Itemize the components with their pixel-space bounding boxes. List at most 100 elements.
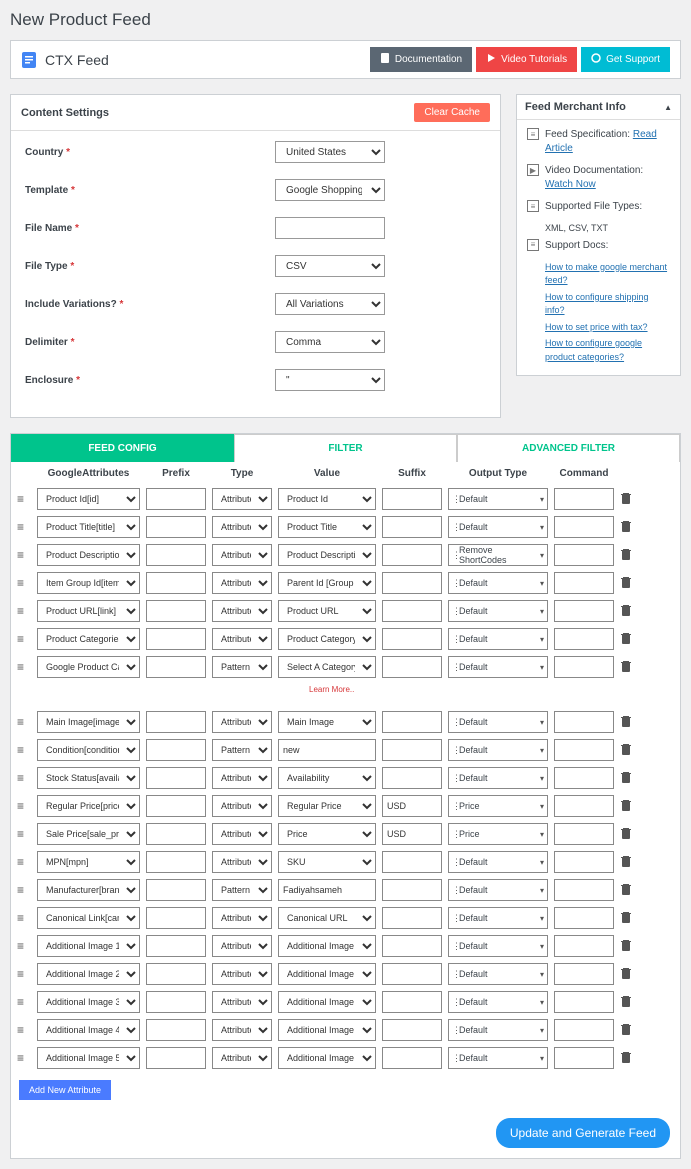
type-select[interactable]: Attribute (212, 851, 272, 873)
type-select[interactable]: Attribute (212, 544, 272, 566)
output-type-select[interactable]: Default (448, 907, 548, 929)
attribute-select[interactable]: Condition[condition] (37, 739, 140, 761)
type-select[interactable]: Attribute (212, 963, 272, 985)
country-select[interactable]: United States (275, 141, 385, 163)
value-select[interactable]: Product Title (278, 516, 376, 538)
output-type-select[interactable]: Default (448, 1019, 548, 1041)
command-input[interactable] (554, 767, 614, 789)
command-input[interactable] (554, 516, 614, 538)
suffix-input[interactable] (382, 656, 442, 678)
command-input[interactable] (554, 851, 614, 873)
delete-row-icon[interactable] (620, 994, 634, 1011)
type-select[interactable]: Attribute (212, 572, 272, 594)
drag-handle-icon[interactable]: ≡ (17, 771, 31, 785)
drag-handle-icon[interactable]: ≡ (17, 883, 31, 897)
prefix-input[interactable] (146, 572, 206, 594)
drag-handle-icon[interactable]: ≡ (17, 492, 31, 506)
output-type-select[interactable]: Price (448, 795, 548, 817)
suffix-input[interactable] (382, 1047, 442, 1069)
delete-row-icon[interactable] (620, 519, 634, 536)
type-select[interactable]: Attribute (212, 795, 272, 817)
delimiter-select[interactable]: Comma (275, 331, 385, 353)
drag-handle-icon[interactable]: ≡ (17, 911, 31, 925)
suffix-input[interactable] (382, 935, 442, 957)
add-attribute-button[interactable]: Add New Attribute (19, 1080, 111, 1100)
output-type-select[interactable]: Default (448, 711, 548, 733)
delete-row-icon[interactable] (620, 1022, 634, 1039)
output-type-select[interactable]: Default (448, 851, 548, 873)
command-input[interactable] (554, 600, 614, 622)
delete-row-icon[interactable] (620, 798, 634, 815)
prefix-input[interactable] (146, 600, 206, 622)
type-select[interactable]: Attribute (212, 628, 272, 650)
clear-cache-button[interactable]: Clear Cache (414, 103, 490, 122)
watch-now-link[interactable]: Watch Now (545, 179, 596, 190)
enclosure-select[interactable]: " (275, 369, 385, 391)
value-select[interactable]: Additional Image 5 (278, 1047, 376, 1069)
suffix-input[interactable] (382, 628, 442, 650)
value-select[interactable]: Parent Id [Group Id] (278, 572, 376, 594)
support-doc-link[interactable]: How to configure google product categori… (545, 338, 642, 362)
drag-handle-icon[interactable]: ≡ (17, 939, 31, 953)
attribute-select[interactable]: Main Image[image_link] (37, 711, 140, 733)
value-select[interactable]: Product Category [Category] (278, 628, 376, 650)
output-type-select[interactable]: Remove ShortCodes (448, 544, 548, 566)
attribute-select[interactable]: Additional Image 4 [additional_image_lin… (37, 1019, 140, 1041)
learn-more-link[interactable]: Learn More.. (11, 685, 680, 694)
prefix-input[interactable] (146, 516, 206, 538)
value-input[interactable] (278, 739, 376, 761)
type-select[interactable]: Attribute (212, 711, 272, 733)
attribute-select[interactable]: Regular Price[price] (37, 795, 140, 817)
value-select[interactable]: SKU (278, 851, 376, 873)
command-input[interactable] (554, 963, 614, 985)
prefix-input[interactable] (146, 851, 206, 873)
output-type-select[interactable]: Default (448, 991, 548, 1013)
attribute-select[interactable]: Canonical Link[canonical_link] (37, 907, 140, 929)
attribute-select[interactable]: Additional Image 3 [additional_image_lin… (37, 991, 140, 1013)
template-select[interactable]: Google Shopping (275, 179, 385, 201)
suffix-input[interactable] (382, 739, 442, 761)
command-input[interactable] (554, 1019, 614, 1041)
delete-row-icon[interactable] (620, 575, 634, 592)
suffix-input[interactable] (382, 516, 442, 538)
attribute-select[interactable]: Manufacturer[brand] (37, 879, 140, 901)
delete-row-icon[interactable] (620, 910, 634, 927)
command-input[interactable] (554, 656, 614, 678)
command-input[interactable] (554, 1047, 614, 1069)
type-select[interactable]: Pattern (Static) (212, 879, 272, 901)
prefix-input[interactable] (146, 1047, 206, 1069)
suffix-input[interactable] (382, 907, 442, 929)
output-type-select[interactable]: Default (448, 572, 548, 594)
suffix-input[interactable] (382, 600, 442, 622)
value-select[interactable]: Product URL (278, 600, 376, 622)
filetype-select[interactable]: CSV (275, 255, 385, 277)
prefix-input[interactable] (146, 963, 206, 985)
output-type-select[interactable]: Default (448, 963, 548, 985)
command-input[interactable] (554, 628, 614, 650)
output-type-select[interactable]: Default (448, 488, 548, 510)
command-input[interactable] (554, 795, 614, 817)
suffix-input[interactable] (382, 963, 442, 985)
suffix-input[interactable] (382, 991, 442, 1013)
drag-handle-icon[interactable]: ≡ (17, 715, 31, 729)
support-doc-link[interactable]: How to configure shipping info? (545, 292, 649, 316)
output-type-select[interactable]: Default (448, 656, 548, 678)
type-select[interactable]: Pattern (Static) (212, 739, 272, 761)
get-support-button[interactable]: Get Support (581, 47, 670, 72)
output-type-select[interactable]: Price (448, 823, 548, 845)
command-input[interactable] (554, 572, 614, 594)
attribute-select[interactable]: Product Description[description] (37, 544, 140, 566)
delete-row-icon[interactable] (620, 547, 634, 564)
video-tutorials-button[interactable]: Video Tutorials (476, 47, 577, 72)
drag-handle-icon[interactable]: ≡ (17, 660, 31, 674)
suffix-input[interactable] (382, 767, 442, 789)
attribute-select[interactable]: Product URL[link] (37, 600, 140, 622)
prefix-input[interactable] (146, 907, 206, 929)
attribute-select[interactable]: Item Group Id[item_group_id] (37, 572, 140, 594)
tab-filter[interactable]: FILTER (234, 434, 457, 462)
attribute-select[interactable]: Google Product Category (37, 656, 140, 678)
attribute-select[interactable]: Product Id[id] (37, 488, 140, 510)
type-select[interactable]: Attribute (212, 823, 272, 845)
value-select[interactable]: Canonical URL (278, 907, 376, 929)
type-select[interactable]: Pattern (Static) (212, 656, 272, 678)
